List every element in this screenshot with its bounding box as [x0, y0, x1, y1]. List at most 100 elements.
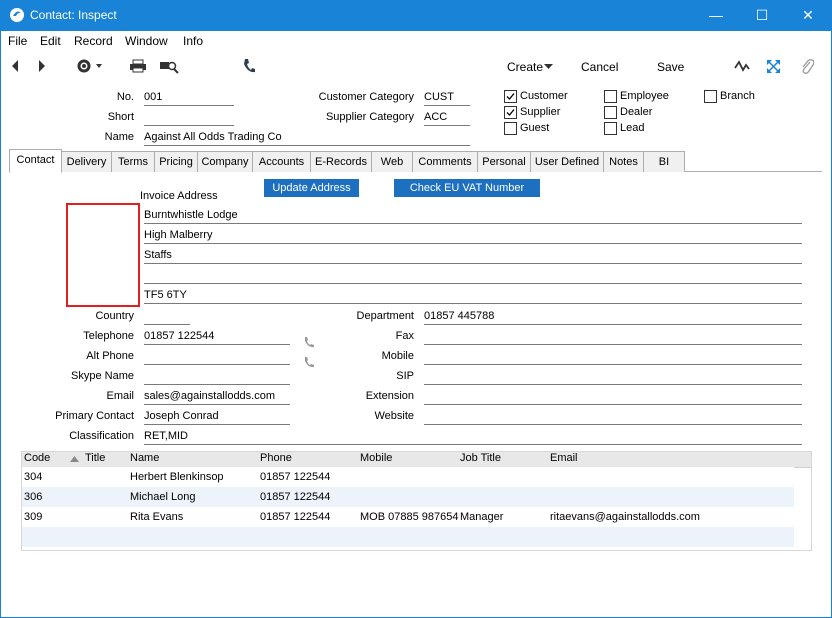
- branch-checkbox-label: Branch: [720, 90, 755, 102]
- employee-checkbox[interactable]: [604, 90, 617, 103]
- cancel-button[interactable]: Cancel: [581, 60, 618, 74]
- email-field[interactable]: sales@againstallodds.com: [144, 390, 290, 405]
- table-row-empty[interactable]: [22, 527, 794, 547]
- tab-accounts[interactable]: Accounts: [252, 151, 311, 172]
- column-header-job-title[interactable]: Job Title: [460, 452, 501, 464]
- tab-delivery[interactable]: Delivery: [61, 151, 112, 172]
- tab-user-defined[interactable]: User Defined: [530, 151, 604, 172]
- tab-pricing[interactable]: Pricing: [154, 151, 198, 172]
- extension-label: Extension: [365, 390, 414, 402]
- primary-contact-label: Primary Contact: [55, 410, 134, 422]
- employee-checkbox-label: Employee: [620, 90, 669, 102]
- column-header-phone[interactable]: Phone: [260, 452, 292, 464]
- update-address-button[interactable]: Update Address: [264, 179, 359, 197]
- next-icon[interactable]: [37, 59, 47, 73]
- tab-personal[interactable]: Personal: [477, 151, 531, 172]
- customer-category-field[interactable]: CUST: [424, 91, 470, 106]
- print-icon[interactable]: [129, 59, 147, 73]
- column-header-title[interactable]: Title: [85, 452, 105, 464]
- sort-ascending-icon[interactable]: [70, 456, 79, 462]
- check-eu-vat-button[interactable]: Check EU VAT Number: [394, 179, 540, 197]
- classification-field[interactable]: RET,MID: [144, 430, 802, 445]
- column-header-mobile[interactable]: Mobile: [360, 452, 392, 464]
- alt-phone-label: Alt Phone: [86, 350, 134, 362]
- no-field[interactable]: 001: [144, 91, 234, 106]
- phone-icon[interactable]: [303, 336, 315, 348]
- attachment-icon[interactable]: [800, 58, 814, 75]
- supplier-category-field[interactable]: ACC: [424, 111, 470, 126]
- menu-file[interactable]: File: [8, 34, 27, 48]
- tab-contact[interactable]: Contact: [9, 149, 62, 173]
- skype-name-label: Skype Name: [71, 370, 134, 382]
- tab-terms[interactable]: Terms: [111, 151, 155, 172]
- short-field[interactable]: [144, 111, 234, 126]
- table-row[interactable]: 309 Rita Evans 01857 122544 MOB 07885 98…: [22, 507, 794, 527]
- extension-field[interactable]: [424, 390, 802, 405]
- tab-comments[interactable]: Comments: [412, 151, 478, 172]
- cell-code: 304: [24, 471, 43, 483]
- fax-field[interactable]: [424, 330, 802, 345]
- supplier-checkbox-label: Supplier: [520, 106, 561, 118]
- no-label: No.: [116, 91, 134, 103]
- app-icon: [10, 8, 24, 22]
- expand-icon[interactable]: [766, 59, 781, 74]
- mobile-field[interactable]: [424, 350, 802, 365]
- customer-checkbox-label: Customer: [520, 90, 568, 102]
- print-preview-icon[interactable]: [159, 59, 179, 74]
- tab-bi[interactable]: BI: [643, 151, 685, 172]
- create-button[interactable]: Create: [507, 60, 543, 74]
- previous-icon[interactable]: [10, 59, 20, 73]
- table-row[interactable]: 306 Michael Long 01857 122544: [22, 487, 794, 507]
- tab-web[interactable]: Web: [371, 151, 413, 172]
- save-button[interactable]: Save: [657, 60, 684, 74]
- cell-name: Herbert Blenkinsop: [130, 471, 224, 483]
- checkmark-icon: [506, 93, 515, 100]
- alt-phone-field[interactable]: [144, 350, 290, 365]
- lead-checkbox[interactable]: [604, 122, 617, 135]
- menu-info[interactable]: Info: [183, 34, 203, 48]
- address-line-1[interactable]: Burntwhistle Lodge: [144, 209, 802, 224]
- branch-checkbox[interactable]: [704, 90, 717, 103]
- country-field[interactable]: [144, 310, 190, 325]
- contacts-grid: Code Title Name Phone Mobile Job Title E…: [21, 451, 812, 551]
- chevron-down-icon[interactable]: [544, 64, 553, 70]
- address-line-5[interactable]: TF5 6TY: [144, 289, 802, 304]
- dealer-checkbox[interactable]: [604, 106, 617, 119]
- skype-name-field[interactable]: [144, 370, 290, 385]
- column-header-code[interactable]: Code: [24, 452, 50, 464]
- guest-checkbox[interactable]: [504, 122, 517, 135]
- country-label: Country: [95, 310, 134, 322]
- close-button[interactable]: ✕: [785, 0, 831, 31]
- website-field[interactable]: [424, 410, 802, 425]
- column-header-name[interactable]: Name: [130, 452, 159, 464]
- website-label: Website: [374, 410, 414, 422]
- address-line-2[interactable]: High Malberry: [144, 229, 802, 244]
- tab-company[interactable]: Company: [197, 151, 253, 172]
- supplier-checkbox[interactable]: [504, 106, 517, 119]
- address-line-4[interactable]: [144, 269, 802, 284]
- table-row[interactable]: 304 Herbert Blenkinsop 01857 122544: [22, 467, 794, 487]
- telephone-field[interactable]: 01857 122544: [144, 330, 290, 345]
- address-line-3[interactable]: Staffs: [144, 249, 802, 264]
- tab-notes[interactable]: Notes: [603, 151, 644, 172]
- primary-contact-field[interactable]: Joseph Conrad: [144, 410, 290, 425]
- minimize-button[interactable]: —: [693, 0, 739, 31]
- sip-field[interactable]: [424, 370, 802, 385]
- supplier-category-label: Supplier Category: [325, 111, 414, 123]
- menu-record[interactable]: Record: [74, 34, 113, 48]
- department-field[interactable]: 01857 445788: [424, 310, 802, 325]
- customer-checkbox[interactable]: [504, 90, 517, 103]
- lead-checkbox-label: Lead: [620, 122, 645, 134]
- menu-bar: File Edit Record Window Info: [0, 32, 832, 52]
- gear-icon[interactable]: [76, 58, 104, 74]
- phone-icon[interactable]: [242, 58, 256, 74]
- menu-window[interactable]: Window: [125, 34, 168, 48]
- phone-icon[interactable]: [303, 356, 315, 368]
- activity-icon[interactable]: [734, 60, 750, 72]
- maximize-button[interactable]: ☐: [739, 0, 785, 31]
- highlight-box: [66, 203, 140, 307]
- name-field[interactable]: Against All Odds Trading Co: [144, 131, 470, 146]
- tab-e-records[interactable]: E-Records: [310, 151, 372, 172]
- column-header-email[interactable]: Email: [550, 452, 578, 464]
- menu-edit[interactable]: Edit: [40, 34, 61, 48]
